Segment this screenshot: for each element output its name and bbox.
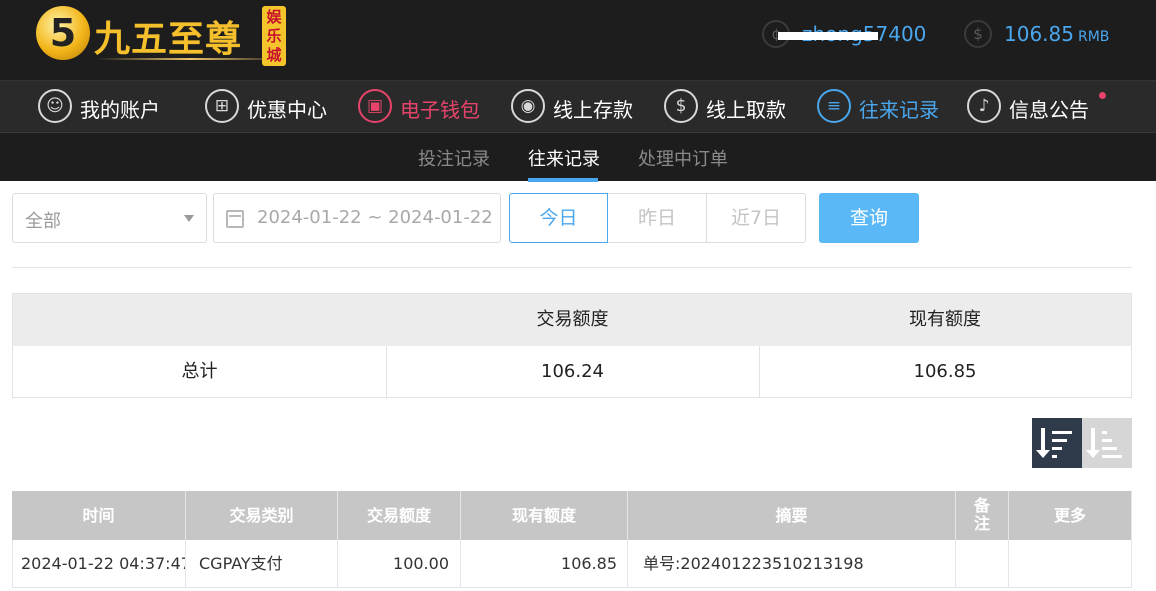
sort-arrow-icon xyxy=(1086,428,1100,458)
summary-header-trade: 交易额度 xyxy=(536,309,609,330)
cell-more[interactable] xyxy=(1009,540,1132,588)
sort-arrow-icon xyxy=(1036,428,1050,458)
cell-summary: 单号:202401223510213198 xyxy=(628,540,956,588)
withdraw-icon: $ xyxy=(664,89,698,123)
yesterday-button[interactable]: 昨日 xyxy=(608,193,707,243)
transaction-type-select[interactable]: 全部 xyxy=(12,193,207,243)
calendar-icon xyxy=(226,210,244,228)
last-7-days-button[interactable]: 近7日 xyxy=(707,193,806,243)
username-redaction xyxy=(778,32,878,40)
active-tab-indicator xyxy=(528,178,598,182)
main-nav: ☺ 我的账户 ⊞ 优惠中心 ▣ 电子钱包 ◉ 线上存款 $ 线上取款 ≡ 往来记… xyxy=(0,80,1156,132)
sort-bar xyxy=(1102,431,1107,434)
summary-current-amount: 106.85 xyxy=(913,361,977,382)
cell-type: CGPAY支付 xyxy=(186,540,338,588)
sort-bar xyxy=(1102,455,1122,458)
cell-balance: 106.85 xyxy=(461,540,628,588)
column-header-amount[interactable]: 交易额度 xyxy=(338,491,461,540)
column-header-remark[interactable]: 备 注 xyxy=(956,491,1009,540)
summary-trade-amount: 106.24 xyxy=(541,361,604,382)
brand-name: 九五至尊 xyxy=(94,18,243,60)
select-value: 全部 xyxy=(25,211,61,232)
summary-header-current: 现有额度 xyxy=(909,309,981,330)
summary-divider xyxy=(759,346,760,398)
gift-icon: ⊞ xyxy=(205,89,239,123)
brand-badge: 娱乐城 xyxy=(262,6,286,66)
nav-label: 往来记录 xyxy=(859,98,939,122)
cell-time: 2024-01-22 04:37:47 xyxy=(12,540,186,588)
cell-remark xyxy=(956,540,1009,588)
notification-dot xyxy=(1099,92,1106,99)
tab-transaction-records[interactable]: 往来记录 xyxy=(528,145,600,171)
records-table: 时间 交易类别 交易额度 现有额度 摘要 备 注 更多 2024-01-22 0… xyxy=(12,491,1132,591)
brand-logo[interactable]: 5 九五至尊 娱乐城 xyxy=(36,4,288,68)
dollar-icon: $ xyxy=(964,20,992,48)
sort-bar xyxy=(1052,455,1057,458)
tab-bet-records[interactable]: 投注记录 xyxy=(418,145,490,171)
summary-table: 交易额度 现有额度 总计 106.24 106.85 xyxy=(12,293,1132,398)
nav-label: 优惠中心 xyxy=(247,98,327,122)
sort-descending-button[interactable] xyxy=(1032,418,1082,468)
nav-label: 信息公告 xyxy=(1009,98,1089,122)
query-button[interactable]: 查询 xyxy=(819,193,919,243)
sort-bar xyxy=(1052,447,1062,450)
column-header-summary[interactable]: 摘要 xyxy=(628,491,956,540)
nav-label: 线上取款 xyxy=(706,98,786,122)
summary-total-label: 总计 xyxy=(181,361,218,382)
column-header-balance[interactable]: 现有额度 xyxy=(461,491,628,540)
sort-bar xyxy=(1052,431,1072,434)
sort-ascending-button[interactable] xyxy=(1082,418,1132,468)
bell-icon: ♪ xyxy=(967,89,1001,123)
balance-currency: RMB xyxy=(1077,29,1110,45)
summary-header: 交易额度 现有额度 xyxy=(13,294,1131,346)
today-button[interactable]: 今日 xyxy=(509,193,608,243)
logo-mark-icon: 5 xyxy=(36,6,90,60)
tab-pending-orders[interactable]: 处理中订单 xyxy=(638,145,728,171)
nav-label: 线上存款 xyxy=(553,98,633,122)
nav-label: 电子钱包 xyxy=(400,98,480,122)
date-range-input[interactable]: 2024-01-22 ~ 2024-01-22 xyxy=(213,193,501,243)
wallet-icon: ▣ xyxy=(358,89,392,123)
account-balance: 106.85 RMB xyxy=(1004,22,1109,46)
sub-nav: 投注记录 往来记录 处理中订单 xyxy=(0,132,1156,182)
balance-value: 106.85 xyxy=(1004,22,1074,46)
summary-total-row: 总计 106.24 106.85 xyxy=(13,346,1131,398)
sort-bar xyxy=(1052,439,1067,442)
summary-divider xyxy=(386,346,387,398)
divider xyxy=(12,267,1132,268)
column-header-type[interactable]: 交易类别 xyxy=(186,491,338,540)
column-header-more[interactable]: 更多 xyxy=(1009,491,1132,540)
cell-amount: 100.00 xyxy=(338,540,461,588)
deposit-icon: ◉ xyxy=(511,89,545,123)
sort-bar xyxy=(1102,439,1112,442)
date-range-value: 2024-01-22 ~ 2024-01-22 xyxy=(257,207,493,228)
chevron-down-icon xyxy=(184,215,194,222)
column-header-time[interactable]: 时间 xyxy=(12,491,186,540)
sort-bar xyxy=(1102,447,1117,450)
user-icon: ☺ xyxy=(38,89,72,123)
records-icon: ≡ xyxy=(817,89,851,123)
logo-ornament xyxy=(96,58,286,60)
nav-label: 我的账户 xyxy=(80,98,160,122)
summary-header-cell xyxy=(13,294,386,346)
top-bar: 5 九五至尊 娱乐城 ¢ zhong57400 $ 106.85RMB xyxy=(0,0,1156,80)
